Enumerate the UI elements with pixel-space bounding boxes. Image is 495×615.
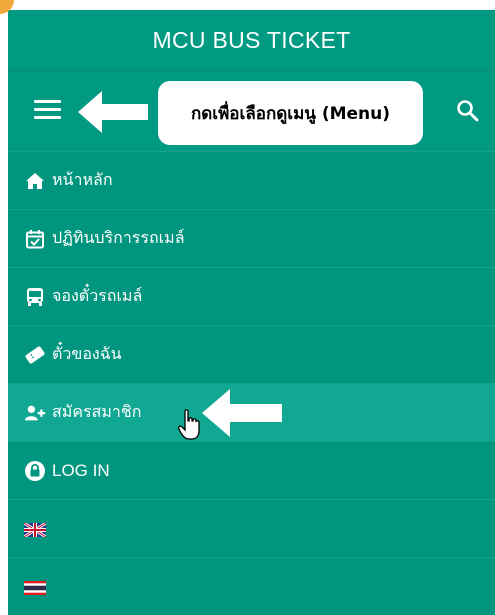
uk-flag-icon	[24, 518, 46, 540]
menu-item-book-ticket[interactable]: จองตั๋วรถเมล์	[8, 267, 495, 325]
lock-icon	[24, 460, 46, 482]
menu-item-label: จองตั๋วรถเมล์	[52, 286, 143, 305]
menu-item-language-thai[interactable]	[8, 557, 495, 615]
user-plus-icon	[24, 402, 46, 424]
app-title: MCU BUS TICKET	[152, 26, 351, 53]
menu-tooltip-text: กดเพื่อเลือกดูเมนู (Menu)	[190, 103, 391, 124]
app-header: MCU BUS TICKET	[8, 10, 495, 71]
thai-flag-icon	[24, 576, 46, 598]
menu-item-label: หน้าหลัก	[52, 170, 113, 189]
menu-item-label: ตั๋วของฉัน	[52, 344, 122, 363]
hamburger-icon[interactable]	[34, 100, 61, 120]
menu-item-language-english[interactable]	[8, 499, 495, 557]
hand-cursor-icon	[178, 409, 200, 440]
menu-tooltip: กดเพื่อเลือกดูเมนู (Menu)	[158, 81, 423, 145]
menu-item-login[interactable]: LOG IN	[8, 441, 495, 499]
toolbar: กดเพื่อเลือกดูเมนู (Menu)	[8, 71, 495, 151]
menu-item-label: ปฏิทินบริการรถเมล์	[52, 228, 185, 247]
menu-item-label: LOG IN	[52, 460, 110, 480]
menu-item-my-tickets[interactable]: ตั๋วของฉัน	[8, 325, 495, 383]
menu-item-label: สมัครสมาชิก	[52, 402, 142, 421]
menu-item-service-calendar[interactable]: ปฏิทินบริการรถเมล์	[8, 209, 495, 267]
menu-item-register[interactable]: สมัครสมาชิก	[8, 383, 495, 441]
calendar-check-icon	[24, 228, 46, 250]
nav-menu: หน้าหลัก ปฏิทินบริการรถเมล์ จองตั๋วรถเมล…	[8, 151, 495, 615]
arrow-left-icon	[202, 389, 282, 437]
ticket-icon	[24, 344, 46, 366]
app-window: MCU BUS TICKET กดเพื่อเลือกดูเมนู (Menu)	[8, 10, 495, 615]
search-icon[interactable]	[455, 98, 481, 124]
home-icon	[24, 170, 46, 192]
menu-item-home[interactable]: หน้าหลัก	[8, 151, 495, 209]
arrow-left-icon	[78, 91, 148, 133]
bus-icon	[24, 286, 46, 308]
